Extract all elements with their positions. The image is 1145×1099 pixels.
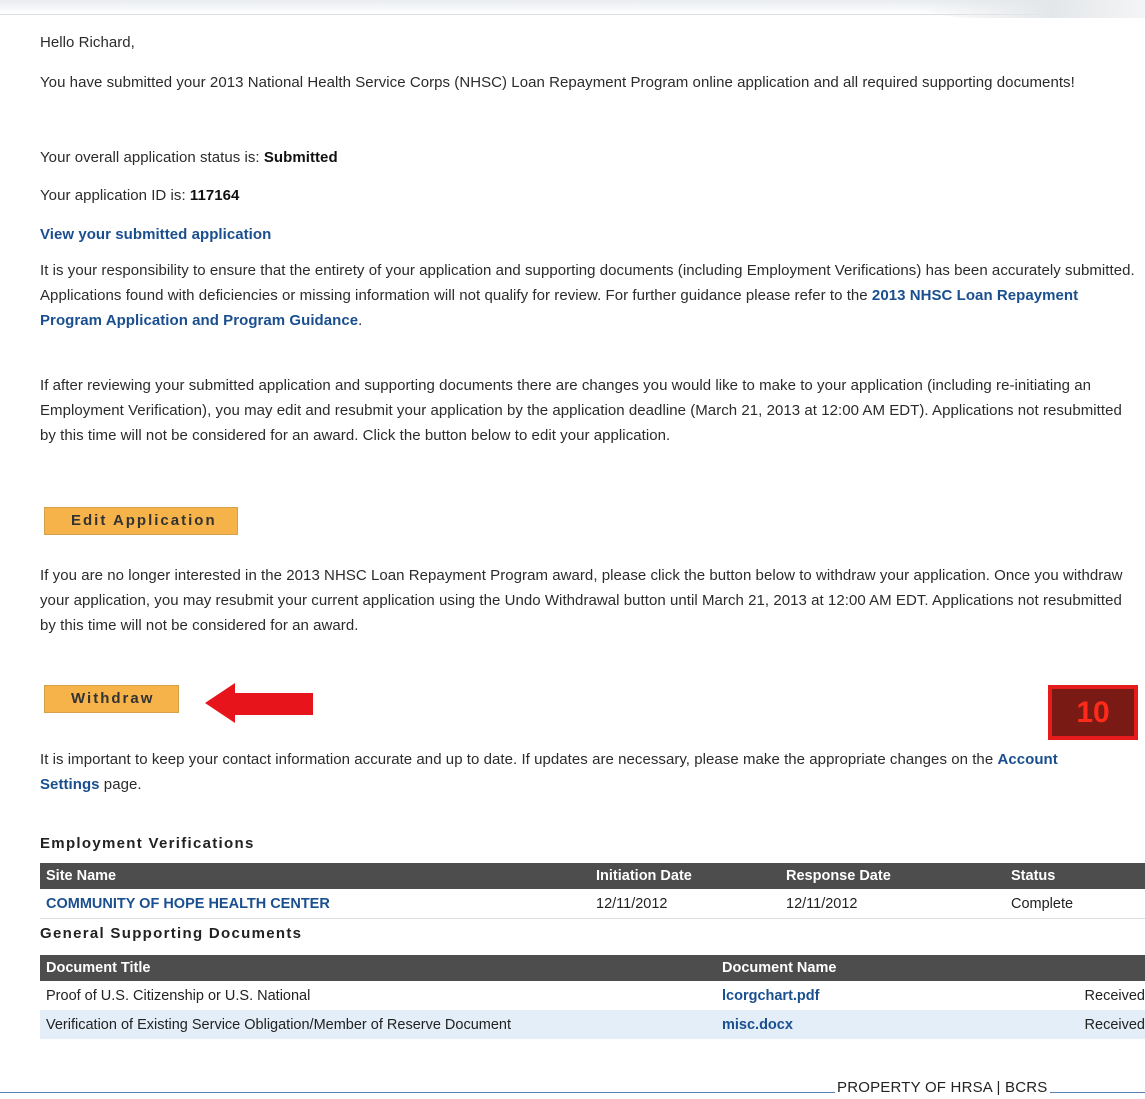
header-document-name: Document Name xyxy=(716,955,1041,981)
site-name-link[interactable]: COMMUNITY OF HOPE HEALTH CENTER xyxy=(46,896,330,912)
edit-instructions: If after reviewing your submitted applic… xyxy=(40,377,1122,444)
document-status: Received xyxy=(1084,987,1145,1004)
header-response-date: Response Date xyxy=(780,863,1005,889)
app-id-value: 117164 xyxy=(189,187,240,204)
app-id-line: Your application ID is: 117164 xyxy=(40,183,239,208)
status-label: Your overall application status is: xyxy=(40,149,264,166)
app-id-label: Your application ID is: xyxy=(40,187,190,204)
table-row: COMMUNITY OF HOPE HEALTH CENTER 12/11/20… xyxy=(40,889,1145,919)
red-arrow-icon xyxy=(205,683,313,723)
document-link[interactable]: lcorgchart.pdf xyxy=(722,988,819,1004)
document-link[interactable]: misc.docx xyxy=(722,1017,793,1033)
document-status: Received xyxy=(1041,1010,1145,1039)
greeting: Hello Richard, xyxy=(40,34,135,51)
employment-title: Employment Verifications xyxy=(40,835,255,852)
header-site-name: Site Name xyxy=(40,863,590,889)
guidance-suffix: . xyxy=(358,312,363,329)
slide-number-badge: 10 xyxy=(1048,685,1138,740)
responsibility-text: It is your responsibility to ensure that… xyxy=(40,258,1138,333)
header-initiation-date: Initiation Date xyxy=(590,863,780,889)
status-value: Submitted xyxy=(263,149,338,166)
documents-header-row: Document Title Document Name xyxy=(40,955,1145,981)
view-application-link[interactable]: View your submitted application xyxy=(40,222,271,247)
documents-title: General Supporting Documents xyxy=(40,925,303,942)
banner-curve xyxy=(915,0,1145,18)
intro-text: You have submitted your 2013 National He… xyxy=(40,74,1075,91)
document-title: Proof of U.S. Citizenship or U.S. Nation… xyxy=(46,987,311,1004)
header-status: Status xyxy=(1005,863,1145,889)
footer-property-label: PROPERTY OF HRSA | BCRS xyxy=(835,1079,1050,1096)
contact-body: It is important to keep your contact inf… xyxy=(40,751,998,768)
edit-application-button[interactable]: Edit Application xyxy=(44,507,238,535)
document-title: Verification of Existing Service Obligat… xyxy=(40,1010,716,1039)
status-line: Your overall application status is: Subm… xyxy=(40,145,338,170)
response-date: 12/11/2012 xyxy=(780,889,1005,919)
table-row: Proof of U.S. Citizenship or U.S. Nation… xyxy=(40,981,1145,1010)
table-row: Verification of Existing Service Obligat… xyxy=(40,1010,1145,1039)
header-document-title: Document Title xyxy=(40,955,716,981)
initiation-date: 12/11/2012 xyxy=(590,889,780,919)
withdraw-button[interactable]: Withdraw xyxy=(44,685,180,713)
withdraw-instructions: If you are no longer interested in the 2… xyxy=(40,567,1123,634)
contact-suffix: page. xyxy=(99,776,142,793)
header-doc-status xyxy=(1041,955,1145,981)
employment-table: Site Name Initiation Date Response Date … xyxy=(40,863,1145,919)
contact-text: It is important to keep your contact inf… xyxy=(40,747,1100,797)
employment-header-row: Site Name Initiation Date Response Date … xyxy=(40,863,1145,889)
verification-status: Complete xyxy=(1005,889,1145,919)
documents-table: Document Title Document Name Proof of U.… xyxy=(40,955,1145,1039)
